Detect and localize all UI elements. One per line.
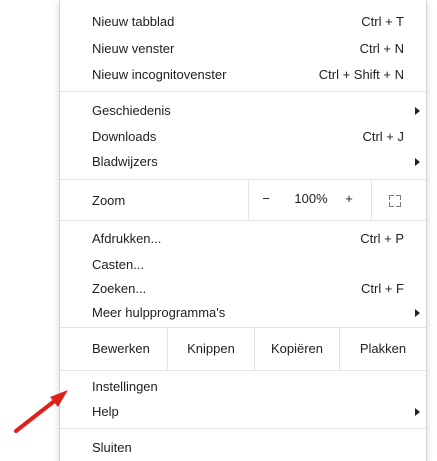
fullscreen-corner xyxy=(396,202,401,207)
fullscreen-icon[interactable] xyxy=(389,195,401,207)
submenu-arrow-icon xyxy=(415,408,420,416)
menu-item-label: Bladwijzers xyxy=(92,154,158,169)
menu-item-label: Zoeken... xyxy=(92,281,147,296)
fullscreen-corner xyxy=(389,202,394,207)
menu-item-label: Nieuw incognitovenster xyxy=(92,67,227,82)
menu-item-find[interactable]: Zoeken... Ctrl + F xyxy=(60,276,426,302)
menu-item-shortcut: Ctrl + N xyxy=(359,41,404,56)
menu-separator xyxy=(60,428,426,429)
menu-separator xyxy=(60,220,426,221)
zoom-out-button[interactable]: − xyxy=(256,190,276,208)
menu-item-cast[interactable]: Casten... xyxy=(60,252,426,278)
menu-item-label: Help xyxy=(92,404,119,419)
menu-item-new-tab[interactable]: Nieuw tabblad Ctrl + T xyxy=(60,9,426,35)
zoom-divider xyxy=(371,180,372,220)
menu-item-shortcut: Ctrl + Shift + N xyxy=(318,67,404,82)
menu-item-print[interactable]: Afdrukken... Ctrl + P xyxy=(60,226,426,252)
menu-item-settings[interactable]: Instellingen xyxy=(60,374,426,400)
menu-item-shortcut: Ctrl + J xyxy=(362,129,404,144)
fullscreen-corner xyxy=(389,195,394,200)
zoom-row: Zoom − 100% + xyxy=(60,180,426,220)
menu-item-more-tools[interactable]: Meer hulpprogramma's xyxy=(60,300,426,326)
menu-item-shortcut: Ctrl + F xyxy=(361,281,404,296)
fullscreen-corner xyxy=(396,195,401,200)
zoom-level: 100% xyxy=(294,191,328,206)
menu-item-history[interactable]: Geschiedenis xyxy=(60,98,426,124)
menu-item-shortcut: Ctrl + T xyxy=(361,14,404,29)
menu-item-label: Sluiten xyxy=(92,440,132,455)
menu-item-bookmarks[interactable]: Bladwijzers xyxy=(60,149,426,175)
menu-item-label: Downloads xyxy=(92,129,157,144)
copy-button[interactable]: Kopiëren xyxy=(255,328,339,370)
cut-button[interactable]: Knippen xyxy=(168,328,254,370)
menu-item-new-incognito-window[interactable]: Nieuw incognitovenster Ctrl + Shift + N xyxy=(60,62,426,88)
zoom-divider xyxy=(248,180,249,220)
menu-item-label: Casten... xyxy=(92,257,145,272)
zoom-label: Zoom xyxy=(92,193,126,208)
zoom-in-button[interactable]: + xyxy=(339,190,359,208)
screen: Nieuw tabblad Ctrl + T Nieuw venster Ctr… xyxy=(0,0,437,461)
menu-item-label: Afdrukken... xyxy=(92,231,162,246)
submenu-arrow-icon xyxy=(415,309,420,317)
menu-item-label: Meer hulpprogramma's xyxy=(92,305,226,320)
edit-row: Bewerken Knippen Kopiëren Plakken xyxy=(60,328,426,370)
menu-item-label: Nieuw tabblad xyxy=(92,14,175,29)
menu-item-help[interactable]: Help xyxy=(60,399,426,425)
menu-item-label: Instellingen xyxy=(92,379,158,394)
menu-item-downloads[interactable]: Downloads Ctrl + J xyxy=(60,124,426,150)
submenu-arrow-icon xyxy=(415,107,420,115)
menu-item-new-window[interactable]: Nieuw venster Ctrl + N xyxy=(60,36,426,62)
menu-separator xyxy=(60,370,426,371)
red-arrow-shaft xyxy=(14,397,59,433)
menu-separator xyxy=(60,91,426,92)
submenu-arrow-icon xyxy=(415,158,420,166)
menu-item-exit[interactable]: Sluiten xyxy=(60,435,426,461)
menu-item-shortcut: Ctrl + P xyxy=(360,231,404,246)
edit-label: Bewerken xyxy=(92,341,150,356)
browser-main-menu: Nieuw tabblad Ctrl + T Nieuw venster Ctr… xyxy=(59,0,427,461)
menu-item-label: Geschiedenis xyxy=(92,103,171,118)
red-arrow-icon xyxy=(14,390,68,433)
paste-button[interactable]: Plakken xyxy=(340,328,426,370)
menu-item-label: Nieuw venster xyxy=(92,41,175,56)
